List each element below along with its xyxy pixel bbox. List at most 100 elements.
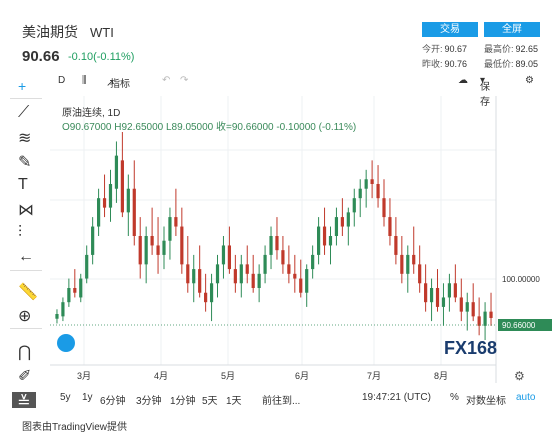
cloud-icon[interactable]: ☁ (458, 75, 468, 86)
text-tool-icon[interactable]: T (18, 176, 34, 193)
range-5d[interactable]: 5天 (202, 392, 218, 407)
instrument-title: 美油期货 WTI (22, 22, 114, 42)
candle-body (61, 302, 65, 317)
interval-select[interactable]: D (58, 75, 65, 86)
candle-body (406, 254, 410, 274)
candle-body (370, 179, 374, 184)
bottom-bar: 5y 1y 6分钟 3分钟 1分钟 5天 1天 前往到... 19:47:21 … (50, 390, 558, 407)
last-price: 90.66 (22, 48, 60, 65)
trend-line-icon[interactable]: ⟋ (18, 104, 34, 121)
candle-body (85, 254, 89, 279)
lock-drawing-icon[interactable]: ✐ (18, 366, 34, 385)
tradingview-logo-icon (57, 334, 75, 352)
candle-body (465, 302, 469, 312)
open-price: 今开: 90.67 (422, 44, 468, 54)
prev-close-price: 昨收: 90.76 (422, 59, 468, 69)
candle-body (418, 264, 422, 284)
candle-body (358, 188, 362, 199)
magnet-icon[interactable]: ⋂ (18, 342, 34, 361)
candle-body (293, 273, 297, 279)
trade-button[interactable]: 交易 (422, 22, 478, 37)
back-arrow-icon[interactable]: ← (18, 248, 34, 265)
candle-type-icon[interactable]: ⫼ (82, 75, 87, 86)
percent-toggle[interactable]: % (450, 392, 459, 403)
indicator-icon: ↗ (106, 78, 115, 89)
settings-gear-icon[interactable]: ⚙ (525, 75, 534, 86)
candle-body (138, 236, 142, 265)
candle-body (120, 160, 124, 213)
month-tick-label: 3月 (77, 371, 91, 381)
candle-body (186, 264, 190, 284)
candle-body (400, 254, 404, 274)
candle-body (168, 217, 172, 241)
range-1d[interactable]: 1天 (226, 392, 242, 407)
month-tick-label: 6月 (295, 371, 309, 381)
candle-body (489, 311, 493, 318)
candle-body (316, 226, 321, 255)
candle-body (334, 217, 339, 236)
candle-body (299, 278, 303, 293)
candle-body (453, 283, 457, 298)
candle-body (192, 269, 196, 284)
pattern-icon[interactable]: ⋈ (18, 200, 34, 219)
ruler-icon[interactable]: 📏 (18, 282, 38, 301)
candle-body (91, 226, 95, 255)
crosshair-icon[interactable]: + (18, 78, 34, 94)
candle-body (162, 240, 166, 255)
undo-icon[interactable]: ↶ (162, 75, 170, 86)
range-3min[interactable]: 3分钟 (136, 392, 162, 407)
candle-body (441, 297, 446, 307)
price-change: -0.10(-0.11%) (68, 51, 135, 63)
candle-body (204, 292, 208, 303)
candle-body (477, 316, 481, 326)
candle-body (221, 245, 226, 265)
candle-body (459, 297, 463, 312)
candle-body (311, 254, 315, 270)
candle-body (174, 217, 178, 227)
last-price-tag-label: 90.66000 (502, 321, 536, 330)
range-1min[interactable]: 1分钟 (170, 392, 196, 407)
candle-body (239, 264, 243, 284)
month-tick-label: 4月 (154, 371, 168, 381)
range-5y[interactable]: 5y (60, 392, 71, 403)
collapse-toolbar-icon[interactable]: ≚ (12, 392, 36, 411)
log-scale-toggle[interactable]: 对数坐标 (466, 392, 506, 407)
axis-settings-gear-icon: ⚙ (514, 369, 525, 383)
zoom-in-icon[interactable]: ⊕ (18, 306, 34, 325)
powered-by[interactable]: 图表由TradingView提供 (22, 418, 127, 433)
utc-clock[interactable]: 19:47:21 (UTC) (362, 392, 431, 403)
candle-body (209, 283, 214, 303)
redo-icon[interactable]: ↷ (180, 75, 188, 86)
candle-body (150, 236, 154, 246)
measure-lines-icon[interactable]: ⫶ (18, 224, 34, 241)
goto-date-button[interactable]: 前往到... (262, 392, 300, 407)
candle-body (352, 198, 356, 213)
candle-body (364, 179, 368, 189)
candle-body (447, 283, 452, 298)
candle-body (394, 236, 398, 255)
candle-body (388, 217, 392, 236)
fullscreen-button[interactable]: 全屏 (484, 22, 540, 37)
fx168-watermark-logo: FX168 (444, 338, 497, 358)
month-tick-label: 8月 (434, 371, 448, 381)
candle-body (126, 188, 130, 213)
series-legend[interactable]: 原油连续, 1D (62, 104, 120, 119)
drawing-toolbar: + ⟋ ≋ ✎ T ⋈ ⫶ ← 📏 ⊕ ⋂ ✐ ≚ (0, 70, 44, 420)
candle-body (275, 236, 279, 251)
range-1y[interactable]: 1y (82, 392, 93, 403)
instrument-name: 美油期货 (22, 24, 78, 40)
candle-body (96, 198, 101, 227)
candle-body (67, 288, 71, 303)
high-price: 最高价: 92.65 (484, 44, 539, 54)
brush-icon[interactable]: ✎ (18, 152, 34, 171)
header: 美油期货 WTI 90.66 -0.10(-0.11%) 交易 全屏 今开: 90.… (0, 0, 558, 70)
auto-scale-toggle[interactable]: auto (516, 392, 535, 403)
fib-tool-icon[interactable]: ≋ (18, 128, 34, 147)
save-button[interactable]: 保存 ▾ (480, 75, 490, 108)
candle-body (79, 278, 83, 298)
instrument-symbol: WTI (90, 25, 114, 40)
range-6min[interactable]: 6分钟 (100, 392, 126, 407)
candle-body (55, 314, 59, 319)
indicators-button[interactable]: ↗ 指标 (106, 75, 130, 90)
candle-body (412, 254, 416, 265)
